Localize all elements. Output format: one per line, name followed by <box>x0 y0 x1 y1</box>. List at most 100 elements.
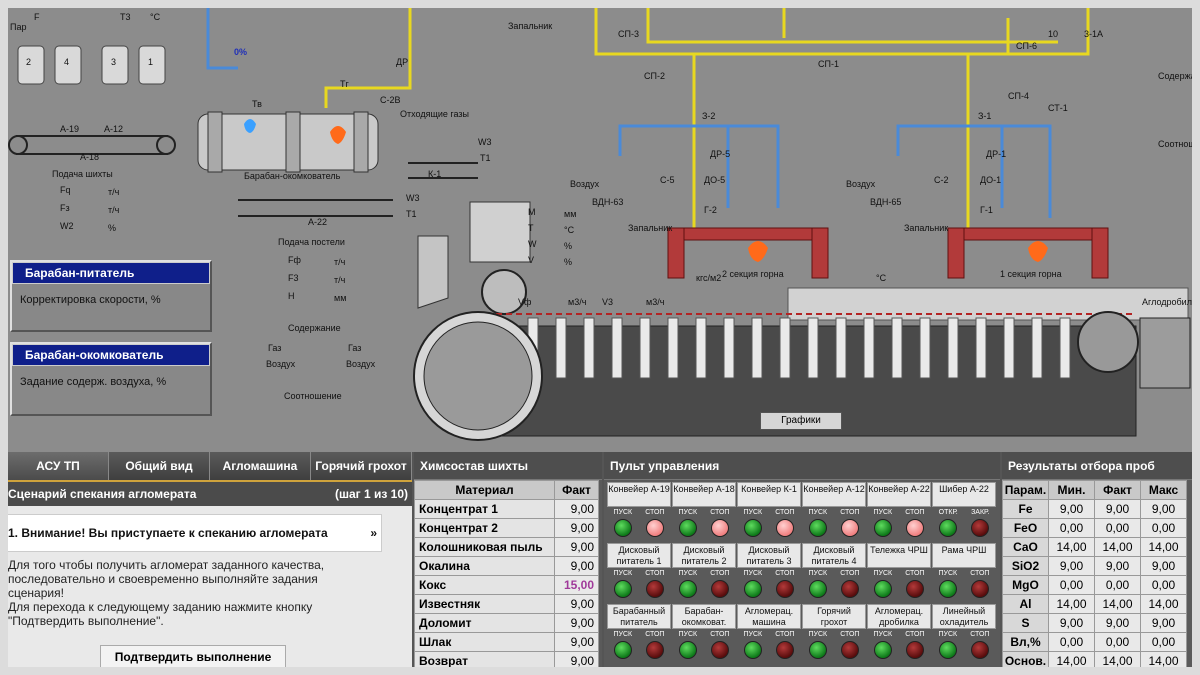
stop-button[interactable] <box>906 580 924 598</box>
device-name: Дисковый питатель 2 <box>672 543 736 568</box>
stop-label: СТОП <box>645 509 665 516</box>
stop-button[interactable] <box>711 519 729 537</box>
material-fact[interactable]: 15,00 <box>554 575 599 595</box>
h-label: H <box>288 291 295 301</box>
air-label-2: Воздух <box>346 359 376 369</box>
tab-general-view[interactable]: Общий вид <box>109 452 210 480</box>
stop-button[interactable] <box>841 641 859 659</box>
z1-label: З-1 <box>978 111 992 121</box>
material-fact[interactable]: 9,00 <box>554 613 599 633</box>
th-unit-3: т/ч <box>334 257 346 267</box>
device-name: Барабанный питатель <box>607 604 671 629</box>
t-label: T <box>528 223 534 233</box>
scenario-header: Сценарий спекания агломерата (шаг 1 из 1… <box>8 480 412 506</box>
pct-unit: % <box>108 223 117 233</box>
start-button[interactable] <box>874 580 892 598</box>
start-button[interactable] <box>874 519 892 537</box>
device-name: Дисковый питатель 3 <box>737 543 801 568</box>
device-name: Конвейер А-22 <box>867 482 931 507</box>
stop-button[interactable] <box>776 519 794 537</box>
material-fact[interactable]: 9,00 <box>554 518 599 538</box>
table-row: Возврат 9,00 <box>414 651 599 671</box>
stop-button[interactable] <box>646 580 664 598</box>
device-control: Конвейер А-19 ПУСК СТОП <box>607 482 671 543</box>
start-button[interactable] <box>809 519 827 537</box>
material-name: Доломит <box>414 613 555 633</box>
start-button[interactable] <box>939 580 957 598</box>
start-button[interactable] <box>809 641 827 659</box>
start-button[interactable] <box>744 641 762 659</box>
drum-panel[interactable]: Барабан-окомкователь Задание содерж. воз… <box>10 342 212 416</box>
stop-button[interactable] <box>841 519 859 537</box>
material-fact[interactable]: 9,00 <box>554 556 599 576</box>
start-label: ПУСК <box>743 631 763 638</box>
start-button[interactable] <box>679 580 697 598</box>
tab-sinter-machine[interactable]: Агломашина <box>210 452 311 480</box>
stop-button[interactable] <box>841 580 859 598</box>
confirm-button[interactable]: Подтвердить выполнение <box>100 645 286 669</box>
scada-mnemonic-view: Пар F T3 °C 2 4 3 1 А-19 А-12 А-18 Подач… <box>8 8 1192 452</box>
device-control: Конвейер К-1 ПУСК СТОП <box>737 482 801 543</box>
start-button[interactable] <box>744 519 762 537</box>
stop-label: СТОП <box>775 570 795 577</box>
param-name: Fe <box>1002 499 1049 519</box>
tab-bar: АСУ ТП Общий вид Агломашина Горячий грох… <box>8 452 412 480</box>
control-panel-section: Пульт управления Конвейер А-19 ПУСК СТОП Ко… <box>604 452 1000 667</box>
charts-button[interactable]: Графики <box>760 412 842 430</box>
scenario-pane: АСУ ТП Общий вид Агломашина Горячий грох… <box>8 452 412 669</box>
chevron-down-icon[interactable]: » <box>370 526 377 540</box>
start-button[interactable] <box>874 641 892 659</box>
stop-button[interactable] <box>971 519 989 537</box>
start-button[interactable] <box>614 519 632 537</box>
g2-label: Г-2 <box>704 205 717 215</box>
sp2-label: СП-2 <box>644 71 665 81</box>
material-fact[interactable]: 9,00 <box>554 594 599 614</box>
table-row: SiO2 9,00 9,00 9,00 <box>1002 556 1187 576</box>
stop-button[interactable] <box>646 641 664 659</box>
material-fact[interactable]: 9,00 <box>554 651 599 671</box>
scenario-warning[interactable]: 1. Внимание! Вы приступаете к спеканию а… <box>8 514 382 552</box>
stop-button[interactable] <box>906 641 924 659</box>
param-value: 0,00 <box>1048 575 1095 595</box>
vf-label: Vф <box>518 297 532 307</box>
stop-button[interactable] <box>776 641 794 659</box>
stop-button[interactable] <box>906 519 924 537</box>
material-fact[interactable]: 9,00 <box>554 632 599 652</box>
stop-button[interactable] <box>971 641 989 659</box>
start-button[interactable] <box>939 641 957 659</box>
start-button[interactable] <box>679 519 697 537</box>
fz-label: Fз <box>60 203 70 213</box>
feed-bed-label: Подача постели <box>278 237 345 247</box>
material-fact[interactable]: 9,00 <box>554 537 599 557</box>
stop-button[interactable] <box>776 580 794 598</box>
air-label: Воздух <box>266 359 296 369</box>
c-unit: °C <box>564 225 575 235</box>
conveyor-a19-label: А-19 <box>60 124 80 134</box>
start-button[interactable] <box>744 580 762 598</box>
stop-button[interactable] <box>646 519 664 537</box>
tab-hot-screen[interactable]: Горячий грохот <box>311 452 412 480</box>
stop-button[interactable] <box>711 641 729 659</box>
feeder-panel[interactable]: Барабан-питатель Корректировка скорости,… <box>10 260 212 332</box>
stop-button[interactable] <box>711 580 729 598</box>
start-button[interactable] <box>809 580 827 598</box>
control-panel-title: Пульт управления <box>604 452 1000 480</box>
start-button[interactable] <box>679 641 697 659</box>
start-label: ПУСК <box>613 570 633 577</box>
stop-button[interactable] <box>971 580 989 598</box>
table-row: Кокс 15,00 <box>414 575 599 595</box>
c2v-label: С-2В <box>380 95 401 105</box>
start-button[interactable] <box>614 580 632 598</box>
material-fact[interactable]: 9,00 <box>554 499 599 519</box>
mm-unit-2: мм <box>564 209 577 219</box>
m-label: M <box>528 207 536 217</box>
tab-asu-tp[interactable]: АСУ ТП <box>8 452 109 480</box>
charge-composition-table: Материал Факт Концентрат 1 9,00 Концентрат… <box>414 480 599 671</box>
table-row: Концентрат 2 9,00 <box>414 518 599 538</box>
igniter-top-label: Запальник <box>508 21 553 31</box>
device-name: Шибер А-22 <box>932 482 996 507</box>
w-label: W <box>528 239 537 249</box>
stop-label: СТОП <box>710 631 730 638</box>
start-button[interactable] <box>614 641 632 659</box>
start-button[interactable] <box>939 519 957 537</box>
